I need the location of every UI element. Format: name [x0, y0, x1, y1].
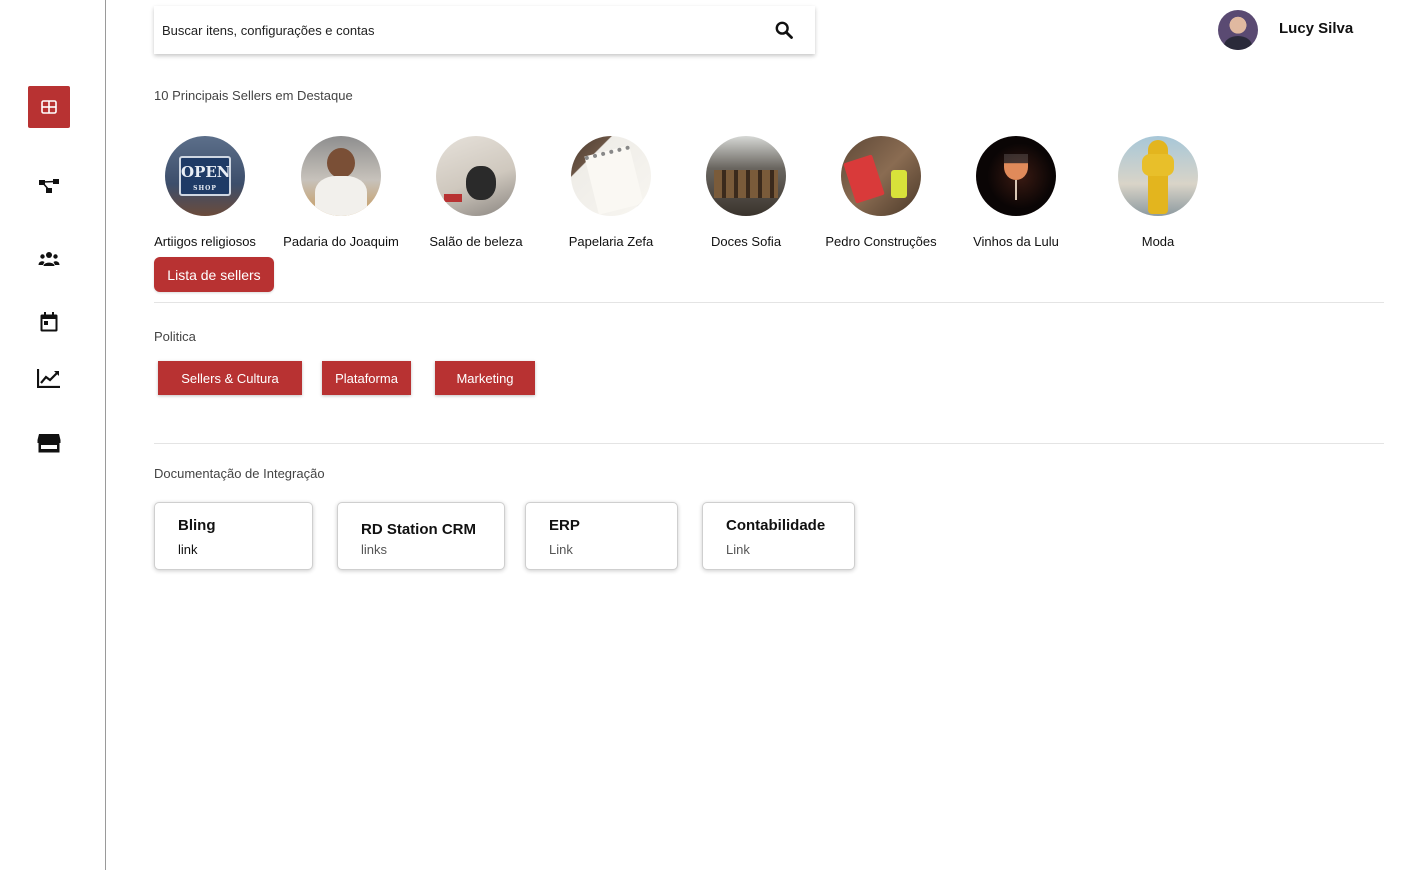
seller-item[interactable]: Vinhos da Lulu [951, 136, 1081, 249]
section-divider [154, 443, 1384, 444]
seller-item[interactable]: Papelaria Zefa [546, 136, 676, 249]
platform-button[interactable]: Plataforma [322, 361, 411, 395]
sidebar-item-store[interactable] [28, 422, 70, 464]
seller-avatar [976, 136, 1056, 216]
sidebar-item-calendar[interactable] [28, 301, 70, 343]
seller-avatar [571, 136, 651, 216]
users-group-icon [38, 252, 60, 266]
seller-name: Vinhos da Lulu [973, 234, 1059, 249]
doc-card-title: ERP [549, 517, 580, 534]
seller-name: Padaria do Joaquim [283, 234, 399, 249]
doc-card-link[interactable]: link [178, 542, 312, 557]
share-network-icon [39, 179, 59, 193]
section-divider [154, 302, 1384, 303]
sellers-section-title: 10 Principais Sellers em Destaque [154, 88, 353, 103]
doc-card-erp[interactable]: ERP Link [525, 502, 678, 570]
seller-name: Doces Sofia [710, 234, 782, 249]
doc-card-bling[interactable]: Bling link [154, 502, 313, 570]
politica-section-title: Politica [154, 329, 196, 344]
seller-list-button[interactable]: Lista de sellers [154, 257, 274, 292]
seller-item[interactable]: Salão de beleza [411, 136, 541, 249]
sidebar-item-network[interactable] [28, 165, 70, 207]
doc-card-link[interactable]: links [361, 542, 504, 557]
docs-section-title: Documentação de Integração [154, 466, 325, 481]
doc-card-link[interactable]: Link [726, 542, 854, 557]
seller-name: Papelaria Zefa [568, 234, 654, 249]
seller-avatar [841, 136, 921, 216]
marketing-button[interactable]: Marketing [435, 361, 535, 395]
search-input[interactable] [154, 7, 754, 53]
seller-item[interactable]: Doces Sofia [681, 136, 811, 249]
doc-card-title: Bling [178, 517, 216, 534]
store-icon [37, 434, 61, 453]
doc-card-title: Contabilidade [726, 517, 826, 534]
user-name[interactable]: Lucy Silva [1279, 20, 1353, 37]
seller-avatar: OPEN SHOP [165, 136, 245, 216]
seller-avatar [436, 136, 516, 216]
dashboard-icon [41, 100, 57, 114]
sidebar-item-dashboard[interactable] [28, 86, 70, 128]
trending-chart-icon [37, 369, 60, 388]
sidebar [0, 0, 106, 870]
calendar-icon [40, 312, 58, 332]
seller-name: Pedro Construções [825, 234, 937, 249]
seller-name: Artiigos religiosos [154, 234, 256, 249]
sellers-culture-button[interactable]: Sellers & Cultura [158, 361, 302, 395]
sidebar-item-users[interactable] [28, 238, 70, 280]
search-bar [154, 6, 815, 54]
seller-item[interactable]: Padaria do Joaquim [276, 136, 406, 249]
seller-name: Moda [1141, 234, 1175, 249]
seller-item[interactable]: Pedro Construções [816, 136, 946, 249]
doc-card-title: RD Station CRM [361, 521, 476, 538]
seller-item[interactable]: OPEN SHOP Artiigos religiosos [140, 136, 270, 249]
sidebar-item-analytics[interactable] [28, 357, 70, 399]
doc-card-contabilidade[interactable]: Contabilidade Link [702, 502, 855, 570]
doc-card-link[interactable]: Link [549, 542, 677, 557]
doc-card-rd-station[interactable]: RD Station CRM links [337, 502, 505, 570]
seller-avatar [301, 136, 381, 216]
seller-item[interactable]: Moda [1093, 136, 1223, 249]
search-icon[interactable] [775, 21, 793, 39]
seller-avatar [1118, 136, 1198, 216]
avatar[interactable] [1218, 10, 1258, 50]
seller-name: Salão de beleza [429, 234, 523, 249]
seller-avatar [706, 136, 786, 216]
